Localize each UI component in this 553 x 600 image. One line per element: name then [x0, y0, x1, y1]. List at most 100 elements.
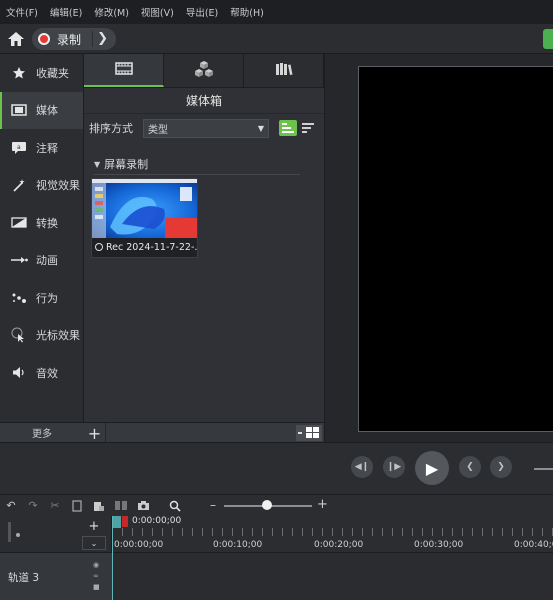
film-icon	[114, 61, 133, 78]
svg-text:a: a	[17, 144, 21, 151]
menu-file[interactable]: 文件(F)	[6, 5, 38, 19]
previous-icon[interactable]: ❮	[459, 456, 481, 478]
home-icon[interactable]	[6, 30, 26, 48]
group-screen-recordings[interactable]: ▼ 屏幕录制	[94, 156, 300, 175]
sort-order-buttons	[279, 120, 315, 136]
copy-icon[interactable]	[66, 495, 88, 517]
preview-canvas[interactable]	[358, 66, 553, 432]
timeline-ruler[interactable]: 0:00:00;00 0:00:00;00 0:00:10;00 0:00:20…	[112, 516, 553, 552]
media-clip[interactable]: Rec 2024-11-7-22-...	[91, 178, 198, 258]
sort-row: 排序方式 类型 ▼	[84, 114, 324, 142]
step-back-icon[interactable]: ◀❙	[351, 456, 373, 478]
tick-label: 0:00:00;00	[114, 540, 164, 550]
clip-name: Rec 2024-11-7-22-...	[106, 241, 197, 253]
group-title: 屏幕录制	[104, 158, 149, 171]
preview-panel	[324, 54, 553, 442]
track-controls: ◉ ∞ ■	[93, 561, 103, 591]
sort-value: 类型	[148, 124, 168, 136]
tool-label: 视觉效果	[36, 179, 80, 193]
link-icon[interactable]: ∞	[93, 572, 103, 580]
play-icon[interactable]: ▶	[415, 451, 449, 485]
menu-edit[interactable]: 编辑(E)	[50, 5, 82, 19]
undo-icon[interactable]: ↶	[0, 495, 22, 517]
tool-media[interactable]: 媒体	[0, 91, 83, 129]
annotation-icon: a	[10, 141, 28, 155]
tick-label: 0:00:10;00	[213, 540, 263, 550]
tab-media-bin[interactable]	[84, 54, 164, 87]
split-icon[interactable]	[110, 495, 132, 517]
redo-icon[interactable]: ↷	[22, 495, 44, 517]
record-icon	[95, 243, 103, 251]
chevron-right-icon[interactable]: ❯	[97, 31, 108, 46]
clip-caption: Rec 2024-11-7-22-...	[92, 238, 197, 256]
share-button[interactable]	[543, 29, 553, 49]
collapse-tracks-button[interactable]: ⌄	[82, 536, 106, 550]
out-point-marker[interactable]	[122, 516, 128, 527]
lock-icon[interactable]: ■	[93, 583, 103, 591]
import-media-button[interactable]: +	[84, 423, 106, 443]
tool-cursor-effects[interactable]: 光标效果	[0, 317, 83, 355]
next-icon[interactable]: ❯	[490, 456, 512, 478]
menu-modify[interactable]: 修改(M)	[94, 5, 129, 19]
tool-label: 收藏夹	[36, 66, 69, 80]
zoom-out-icon[interactable]: –	[210, 498, 216, 512]
playback-scrubber[interactable]	[534, 468, 553, 470]
paste-icon[interactable]	[88, 495, 110, 517]
tab-library[interactable]	[164, 54, 244, 87]
zoom-icon[interactable]	[164, 495, 186, 517]
menu-help[interactable]: 帮助(H)	[230, 5, 264, 19]
track-name: 轨道 3	[8, 572, 40, 584]
tool-audio-effects[interactable]: 音效	[0, 354, 83, 392]
tick-label: 0:00:20;00	[314, 540, 364, 550]
clip-thumbnail	[92, 179, 197, 238]
zoom-slider-handle[interactable]	[262, 500, 272, 510]
tool-label: 注释	[36, 141, 58, 155]
view-toggle-button[interactable]	[296, 425, 322, 441]
timeline-toolbar: ↶ ↷ ✂ – +	[0, 494, 553, 516]
tick-label: 0:00:40;0	[514, 540, 553, 550]
sort-ascending-button[interactable]	[279, 120, 297, 136]
magic-wand-icon	[10, 178, 28, 192]
tool-behaviors[interactable]: 行为	[0, 279, 83, 317]
transition-icon	[10, 216, 28, 230]
tool-label: 转换	[36, 216, 58, 230]
eye-icon[interactable]: ◉	[93, 561, 103, 569]
tool-animations[interactable]: 动画	[0, 242, 83, 280]
more-tools-button[interactable]: 更多	[0, 422, 84, 442]
add-track-button[interactable]: +	[82, 519, 106, 534]
tool-annotations[interactable]: a 注释	[0, 129, 83, 167]
record-label: 录制	[57, 32, 82, 47]
caret-down-icon: ▼	[94, 159, 101, 169]
sort-select[interactable]: 类型 ▼	[143, 118, 269, 138]
tool-transitions[interactable]: 转换	[0, 204, 83, 242]
step-forward-icon[interactable]: ❙▶	[383, 456, 405, 478]
tool-visual-effects[interactable]: 视觉效果	[0, 167, 83, 205]
sort-descending-button[interactable]	[299, 120, 315, 136]
animation-icon	[10, 253, 28, 267]
film-icon	[10, 103, 28, 117]
menu-export[interactable]: 导出(E)	[186, 5, 218, 19]
record-button[interactable]: 录制 ❯	[32, 28, 116, 50]
tool-favorites[interactable]: 收藏夹	[0, 54, 83, 92]
tool-label: 媒体	[36, 104, 58, 118]
speaker-icon	[10, 366, 28, 380]
tab-stock[interactable]	[244, 54, 324, 87]
menu-view[interactable]: 视图(V)	[141, 5, 174, 19]
record-icon	[38, 33, 50, 45]
playhead-time: 0:00:00;00	[132, 516, 182, 526]
track-header[interactable]: 轨道 3 ◉ ∞ ■	[0, 552, 112, 600]
playhead-handle[interactable]	[112, 516, 121, 528]
magnet-icon[interactable]	[6, 520, 26, 546]
record-divider	[92, 31, 93, 47]
track-lane[interactable]	[112, 552, 553, 600]
playback-controls: ◀❙ ❙▶ ▶ ❮ ❯	[0, 442, 553, 494]
cut-icon[interactable]: ✂	[44, 495, 66, 517]
behavior-icon	[10, 291, 28, 305]
tool-label: 音效	[36, 366, 58, 380]
tool-label: 动画	[36, 254, 58, 268]
cursor-icon	[10, 327, 28, 343]
zoom-in-icon[interactable]: +	[317, 497, 328, 512]
media-footer: +	[84, 422, 324, 443]
camera-icon[interactable]	[132, 495, 154, 517]
tools-panel: 收藏夹 媒体 a 注释 视觉效果 转换 动画 行为 光标效果 音效 更多	[0, 54, 84, 442]
